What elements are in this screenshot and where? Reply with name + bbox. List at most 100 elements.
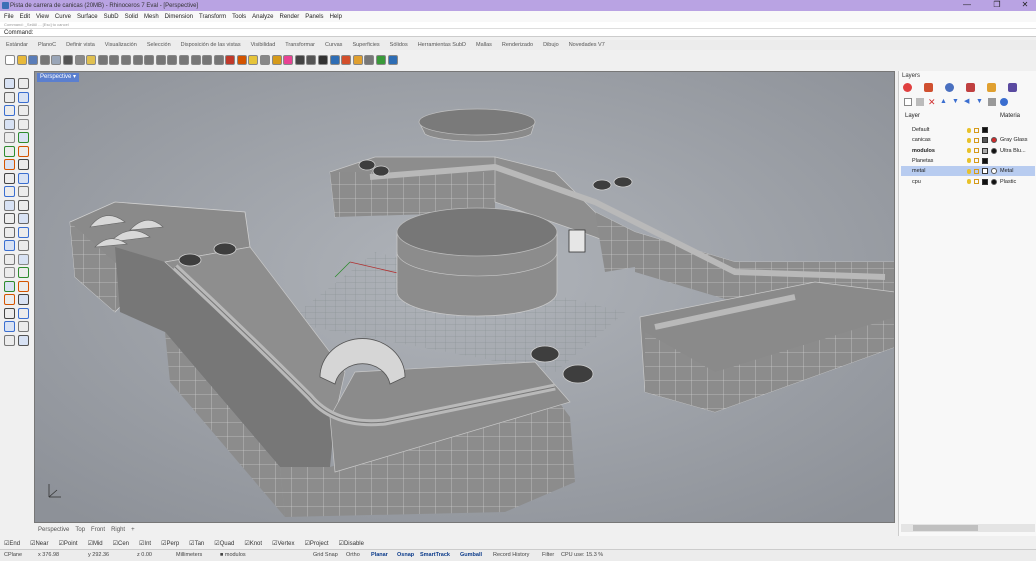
tool-button[interactable] bbox=[4, 253, 15, 265]
tool-button[interactable] bbox=[4, 334, 15, 346]
move-up-icon[interactable]: ▲ bbox=[940, 98, 948, 106]
osnap-knot[interactable]: ☑Knot bbox=[244, 540, 267, 547]
tool-button[interactable] bbox=[18, 213, 29, 224]
osnap-mid[interactable]: ☑Mid bbox=[88, 540, 108, 547]
visibility-icon[interactable] bbox=[967, 168, 971, 174]
visibility-icon[interactable] bbox=[967, 127, 971, 133]
new-sublayer-icon[interactable] bbox=[916, 98, 924, 106]
tab-planoc[interactable]: PlanoC bbox=[38, 42, 56, 48]
menu-tools[interactable]: Tools bbox=[232, 14, 246, 20]
layer-row-canicas[interactable]: canicas Gray Glass bbox=[901, 135, 1035, 145]
tool-button[interactable] bbox=[18, 199, 29, 211]
layer-color-swatch[interactable] bbox=[982, 157, 988, 164]
osnap-toggle[interactable]: Osnap bbox=[397, 552, 414, 558]
menu-solid[interactable]: Solid bbox=[125, 14, 138, 20]
import-icon[interactable] bbox=[51, 54, 62, 65]
zoom-icon[interactable] bbox=[144, 54, 155, 65]
cut-icon[interactable] bbox=[62, 54, 73, 65]
help-icon[interactable] bbox=[387, 54, 398, 65]
libraries-tab-icon[interactable] bbox=[987, 83, 996, 92]
rotate-view-icon[interactable] bbox=[132, 54, 143, 65]
layer-help-icon[interactable] bbox=[1000, 98, 1008, 106]
tab-novedades[interactable]: Novedades V7 bbox=[569, 42, 605, 48]
tool-button[interactable] bbox=[4, 132, 15, 143]
gumball-toggle[interactable]: Gumball bbox=[460, 552, 482, 558]
tab-visualizacion[interactable]: Visualización bbox=[105, 42, 137, 48]
planar-toggle[interactable]: Planar bbox=[371, 552, 388, 558]
command-input[interactable]: Command: bbox=[0, 28, 1036, 37]
tab-right[interactable]: Right bbox=[111, 527, 125, 533]
snap-icon[interactable] bbox=[341, 54, 352, 65]
four-views-icon[interactable] bbox=[202, 54, 213, 65]
zoom-selected-icon[interactable] bbox=[178, 54, 189, 65]
menu-curve[interactable]: Curve bbox=[55, 14, 71, 20]
save-icon[interactable] bbox=[28, 54, 39, 65]
osnap-project[interactable]: ☑Project bbox=[304, 540, 333, 547]
tool-button[interactable] bbox=[18, 240, 29, 251]
smarttrack-toggle[interactable]: SmartTrack bbox=[420, 552, 450, 558]
tool-button[interactable] bbox=[18, 280, 29, 292]
select-icon[interactable] bbox=[225, 54, 236, 65]
tool-button[interactable] bbox=[4, 213, 15, 224]
perspective-viewport[interactable]: Perspective ▾ bbox=[34, 71, 895, 523]
tab-seleccion[interactable]: Selección bbox=[147, 42, 171, 48]
layer-row-modulos[interactable]: modulos Ultra Blu... bbox=[901, 146, 1035, 156]
layer-row-planetas[interactable]: Planetas bbox=[901, 156, 1035, 166]
osnap-near[interactable]: ☑Near bbox=[30, 540, 53, 547]
tool-button[interactable] bbox=[4, 267, 15, 278]
tool-button[interactable] bbox=[4, 105, 15, 116]
tool-button[interactable] bbox=[18, 132, 29, 143]
lock-icon[interactable] bbox=[974, 148, 979, 154]
light-icon[interactable] bbox=[248, 54, 259, 65]
tool-button[interactable] bbox=[18, 226, 29, 238]
tool-button[interactable] bbox=[4, 226, 15, 238]
grid-snap-toggle[interactable]: Grid Snap bbox=[313, 552, 338, 558]
osnap-point[interactable]: ☑Point bbox=[58, 540, 82, 547]
tool-button[interactable] bbox=[18, 159, 29, 170]
tool-button[interactable] bbox=[4, 118, 15, 130]
menu-file[interactable]: File bbox=[4, 14, 14, 20]
undo-view-icon[interactable] bbox=[190, 54, 201, 65]
menu-subd[interactable]: SubD bbox=[104, 14, 119, 20]
cplane-icon[interactable] bbox=[352, 54, 363, 65]
tool-button[interactable] bbox=[4, 240, 15, 251]
minimize-button[interactable]: — bbox=[956, 0, 978, 11]
tab-definir-vista[interactable]: Definir vista bbox=[66, 42, 95, 48]
tab-renderizado[interactable]: Renderizado bbox=[502, 42, 533, 48]
pan-icon[interactable] bbox=[109, 54, 120, 65]
properties-tab-icon[interactable] bbox=[903, 83, 912, 92]
layer-material[interactable]: Gray Glass bbox=[1000, 137, 1028, 143]
lock-icon[interactable] bbox=[974, 168, 979, 174]
visibility-icon[interactable] bbox=[967, 179, 971, 184]
tool-button[interactable] bbox=[4, 145, 15, 157]
lock-icon[interactable] bbox=[974, 137, 979, 143]
tool-button[interactable] bbox=[18, 186, 29, 197]
layers-tab-icon[interactable] bbox=[924, 83, 933, 92]
tab-subd[interactable]: Herramientas SubD bbox=[418, 42, 466, 48]
shaded-icon[interactable] bbox=[294, 54, 305, 65]
tool-button[interactable] bbox=[18, 78, 29, 89]
tool-button[interactable] bbox=[4, 321, 15, 332]
grid-icon[interactable] bbox=[213, 54, 224, 65]
tab-perspective[interactable]: Perspective bbox=[38, 527, 69, 533]
layer-color-swatch[interactable] bbox=[982, 147, 988, 154]
tab-transformar[interactable]: Transformar bbox=[285, 42, 315, 48]
render-icon[interactable] bbox=[318, 54, 329, 65]
material-icon[interactable] bbox=[329, 54, 340, 65]
add-viewport-icon[interactable]: + bbox=[131, 527, 135, 533]
display-tab-icon[interactable] bbox=[945, 83, 954, 92]
menu-panels[interactable]: Panels bbox=[305, 14, 323, 20]
move-out-icon[interactable]: ◀ bbox=[964, 98, 972, 106]
tool-button[interactable] bbox=[4, 78, 15, 89]
layer-color-swatch[interactable] bbox=[982, 178, 988, 185]
osnap-int[interactable]: ☑Int bbox=[139, 540, 156, 547]
tab-curvas[interactable]: Curvas bbox=[325, 42, 342, 48]
menu-mesh[interactable]: Mesh bbox=[144, 14, 159, 20]
lock-icon[interactable] bbox=[974, 179, 979, 184]
tool-button[interactable] bbox=[4, 199, 15, 211]
menu-render[interactable]: Render bbox=[280, 14, 300, 20]
visibility-icon[interactable] bbox=[967, 148, 971, 154]
menu-view[interactable]: View bbox=[36, 14, 49, 20]
close-button[interactable]: ✕ bbox=[1014, 0, 1036, 11]
hide-icon[interactable] bbox=[236, 54, 247, 65]
